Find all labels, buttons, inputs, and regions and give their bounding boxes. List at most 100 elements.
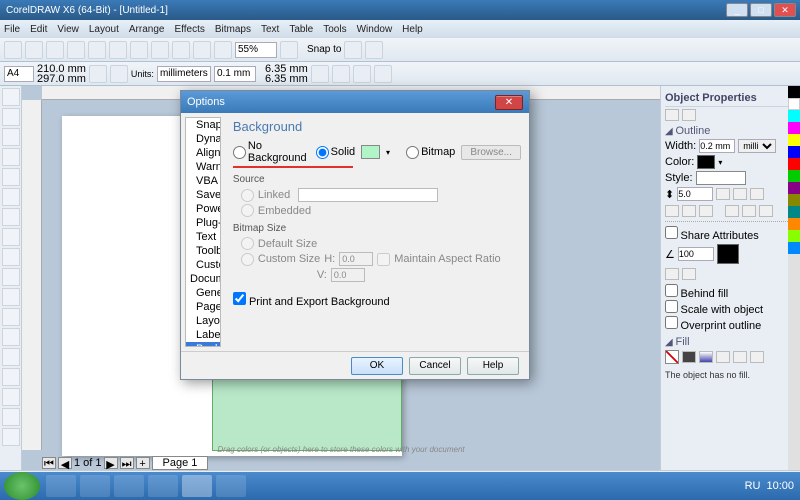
export-icon[interactable] xyxy=(214,41,232,59)
cap-btn-4[interactable] xyxy=(725,205,739,217)
rectangle-tool-icon[interactable] xyxy=(2,208,20,226)
maximize-button[interactable]: □ xyxy=(750,3,772,17)
tree-align[interactable]: Alignment Gu xyxy=(186,146,220,160)
snap-dropdown-icon[interactable] xyxy=(344,41,362,59)
tab-page1[interactable]: Page 1 xyxy=(152,456,209,470)
radio-no-bg[interactable]: No Background xyxy=(233,140,310,164)
new-icon[interactable] xyxy=(4,41,22,59)
share-value-input[interactable] xyxy=(678,247,714,261)
menu-edit[interactable]: Edit xyxy=(30,24,47,35)
snap-label[interactable]: Snap to xyxy=(307,44,341,55)
fill-texture-icon[interactable] xyxy=(733,351,747,363)
copy-icon[interactable] xyxy=(109,41,127,59)
panel-tab2-icon[interactable] xyxy=(682,109,696,121)
print-icon[interactable] xyxy=(67,41,85,59)
dialog-close-button[interactable]: ✕ xyxy=(495,95,523,110)
tool-btn-c[interactable] xyxy=(353,65,371,83)
redo-icon[interactable] xyxy=(172,41,190,59)
options-icon[interactable] xyxy=(365,41,383,59)
shape-tool-icon[interactable] xyxy=(2,108,20,126)
tool-btn-b[interactable] xyxy=(332,65,350,83)
fill-tool-icon[interactable] xyxy=(2,408,20,426)
text-tool-icon[interactable] xyxy=(2,268,20,286)
units-combo[interactable] xyxy=(157,66,211,82)
corner-btn-3[interactable] xyxy=(750,188,764,200)
crop-tool-icon[interactable] xyxy=(2,128,20,146)
undo-icon[interactable] xyxy=(151,41,169,59)
ok-button[interactable]: OK xyxy=(351,357,403,375)
menu-tools[interactable]: Tools xyxy=(323,24,346,35)
taskbar-item-6[interactable] xyxy=(216,475,246,497)
tree-general[interactable]: General xyxy=(186,286,220,300)
duplicate-y[interactable]: 6.35 mm xyxy=(265,74,308,84)
eyedropper-tool-icon[interactable] xyxy=(2,368,20,386)
menu-layout[interactable]: Layout xyxy=(89,24,119,35)
page-height[interactable]: 297.0 mm xyxy=(37,74,86,84)
ellipse-tool-icon[interactable] xyxy=(2,228,20,246)
align-btn-2[interactable] xyxy=(682,268,696,280)
paper-combo[interactable] xyxy=(4,66,34,82)
menu-bitmaps[interactable]: Bitmaps xyxy=(215,24,251,35)
color-palette[interactable] xyxy=(788,86,800,470)
tree-snap[interactable]: Snap to Object xyxy=(186,118,220,132)
open-icon[interactable] xyxy=(25,41,43,59)
menu-help[interactable]: Help xyxy=(402,24,423,35)
panel-tab-icon[interactable] xyxy=(665,109,679,121)
taskbar-item-4[interactable] xyxy=(148,475,178,497)
tree-text[interactable]: Text xyxy=(186,230,220,244)
fill-pattern-icon[interactable] xyxy=(716,351,730,363)
pick-tool-icon[interactable] xyxy=(2,88,20,106)
zoom-icon[interactable] xyxy=(280,41,298,59)
help-button[interactable]: Help xyxy=(467,357,519,375)
tree-plugins[interactable]: Plug-Ins xyxy=(186,216,220,230)
taskbar-item-2[interactable] xyxy=(80,475,110,497)
menu-file[interactable]: File xyxy=(4,24,20,35)
taskbar-item-active[interactable] xyxy=(182,475,212,497)
menu-view[interactable]: View xyxy=(57,24,79,35)
outline-width-input[interactable] xyxy=(699,139,735,153)
page-next-icon[interactable]: ▶ xyxy=(104,457,118,469)
outline-color-swatch[interactable] xyxy=(697,155,715,169)
tree-toolbox[interactable]: Toolbox xyxy=(186,244,220,258)
dimension-tool-icon[interactable] xyxy=(2,308,20,326)
effects-tool-icon[interactable] xyxy=(2,348,20,366)
tree-dynguide[interactable]: Dynamic Guid xyxy=(186,132,220,146)
minimize-button[interactable]: _ xyxy=(726,3,748,17)
menu-window[interactable]: Window xyxy=(357,24,393,35)
tree-layout[interactable]: Layout xyxy=(186,314,220,328)
cancel-button[interactable]: Cancel xyxy=(409,357,461,375)
nofill-icon[interactable] xyxy=(665,350,679,364)
landscape-icon[interactable] xyxy=(110,65,128,83)
table-tool-icon[interactable] xyxy=(2,288,20,306)
radio-bitmap[interactable]: Bitmap xyxy=(406,146,455,159)
polygon-tool-icon[interactable] xyxy=(2,248,20,266)
scale-check[interactable] xyxy=(665,300,678,313)
menu-arrange[interactable]: Arrange xyxy=(129,24,165,35)
fill-solid-icon[interactable] xyxy=(682,351,696,363)
close-button[interactable]: ✕ xyxy=(774,3,796,17)
menu-table[interactable]: Table xyxy=(289,24,313,35)
tree-background[interactable]: Background xyxy=(186,342,220,347)
outline-tool-icon[interactable] xyxy=(2,388,20,406)
corner-btn-1[interactable] xyxy=(716,188,730,200)
cap-btn-6[interactable] xyxy=(759,205,773,217)
page-last-icon[interactable]: ⏭ xyxy=(120,457,134,469)
page-width[interactable]: 210.0 mm xyxy=(37,64,86,74)
radio-solid[interactable]: Solid xyxy=(316,146,355,159)
freehand-tool-icon[interactable] xyxy=(2,168,20,186)
cap-btn-3[interactable] xyxy=(699,205,713,217)
page-prev-icon[interactable]: ◀ xyxy=(58,457,72,469)
tree-pagesize[interactable]: Page Size xyxy=(186,300,220,314)
overprint-check[interactable] xyxy=(665,316,678,329)
save-icon[interactable] xyxy=(46,41,64,59)
tree-warnings[interactable]: Warnings xyxy=(186,160,220,174)
tool-btn-a[interactable] xyxy=(311,65,329,83)
tray-lang[interactable]: RU xyxy=(745,480,761,492)
fill-gradient-icon[interactable] xyxy=(699,351,713,363)
solid-color-picker[interactable] xyxy=(361,145,380,159)
cap-btn-2[interactable] xyxy=(682,205,696,217)
print-export-check[interactable] xyxy=(233,292,246,305)
duplicate-x[interactable]: 6.35 mm xyxy=(265,64,308,74)
start-button[interactable] xyxy=(4,472,40,500)
fill-postscript-icon[interactable] xyxy=(750,351,764,363)
